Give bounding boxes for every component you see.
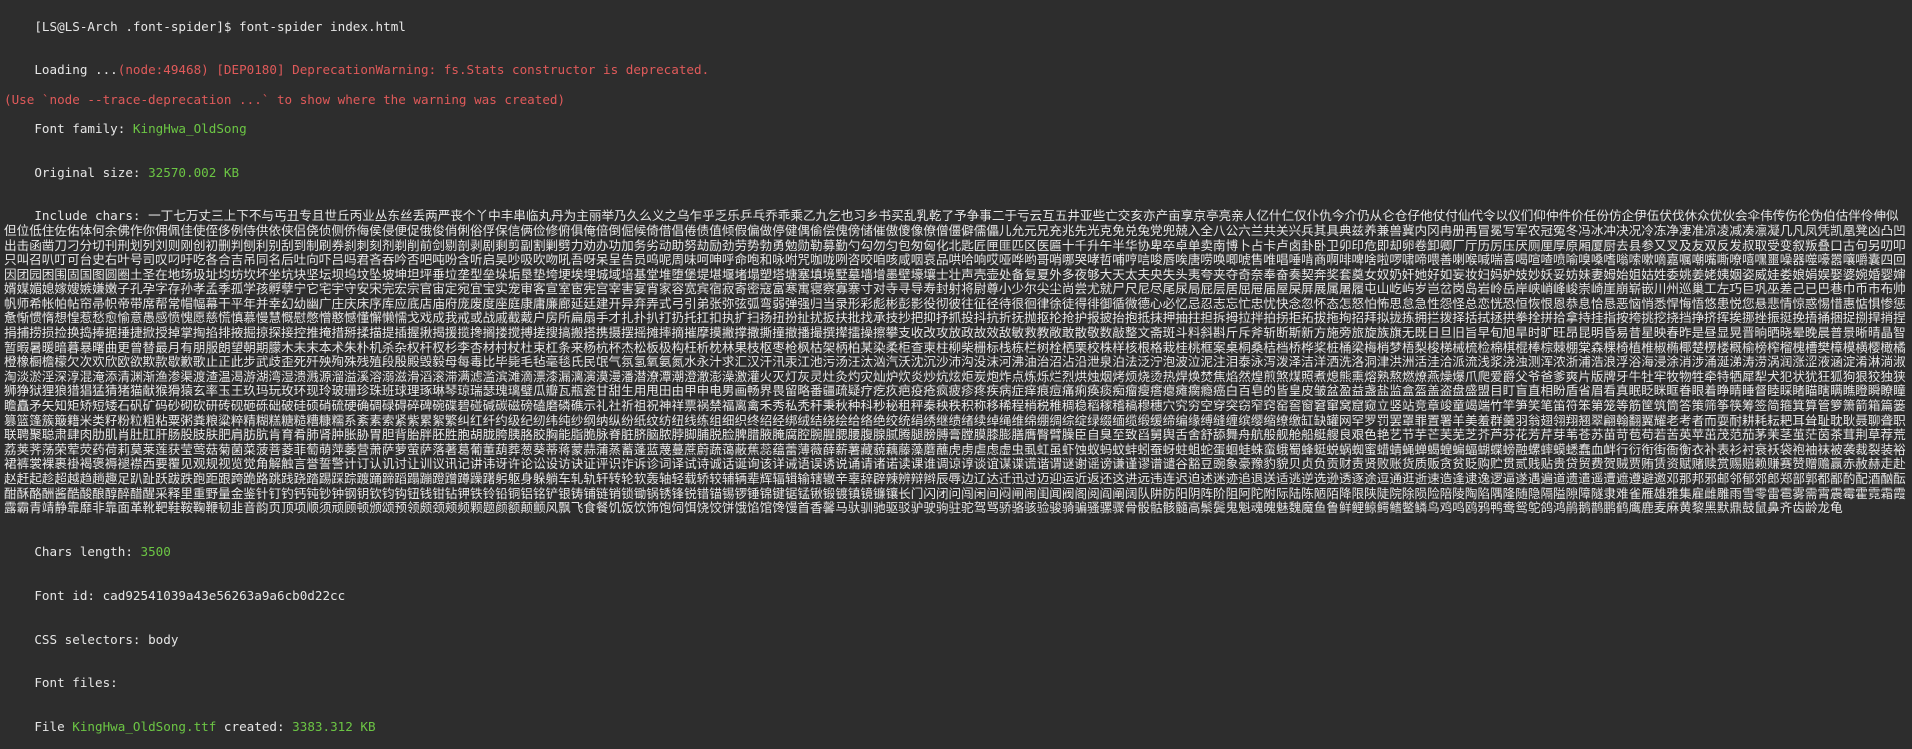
original-size-label: Original size: xyxy=(34,165,148,180)
original-size-value: 32570.002 KB xyxy=(148,165,239,180)
command-prompt-line: [LS@LS-Arch .font-spider]$ font-spider i… xyxy=(4,5,1908,49)
file-size: 3383.312 KB xyxy=(292,719,375,734)
deprecation-warning: (node:49468) [DEP0180] DeprecationWarnin… xyxy=(118,62,709,77)
font-family-line: Font family: KingHwa_OldSong xyxy=(4,107,1908,151)
file-name: KingHwa_OldSong.ttf xyxy=(72,719,216,734)
font-id-line: Font id: cad92541039a43e56263a9a6cb0d22c… xyxy=(4,574,1908,618)
css-selectors-value: body xyxy=(148,632,178,647)
file-created-text: created: xyxy=(216,719,292,734)
file-prefix: File xyxy=(34,719,72,734)
original-size-line: Original size: 32570.002 KB xyxy=(4,151,1908,195)
include-chars-block: Include chars: 一丁七万丈三上下不与丐丑专且世丘丙业丛东丝丢两严丧… xyxy=(4,195,1908,531)
include-chars-label: Include chars: xyxy=(34,208,148,223)
chars-length-value: 3500 xyxy=(141,544,171,559)
font-files-label: Font files: xyxy=(34,675,117,690)
font-id-label: Font id: xyxy=(34,588,102,603)
font-files-line: Font files: xyxy=(4,662,1908,706)
loading-prefix: Loading ... xyxy=(34,62,117,77)
font-family-value: KingHwa_OldSong xyxy=(133,121,247,136)
file-created-line: File KingHwa_OldSong.ttf created: 3383.3… xyxy=(4,706,1908,749)
include-chars-value: 一丁七万丈三上下不与丐丑专且世丘丙业丛东丝丢两严丧个丫中丰串临丸丹为主丽举乃久么… xyxy=(4,208,1906,515)
terminal-window: [LS@LS-Arch .font-spider]$ font-spider i… xyxy=(0,0,1912,612)
css-selectors-line: CSS selectors: body xyxy=(4,618,1908,662)
chars-length-line: Chars length: 3500 xyxy=(4,530,1908,574)
font-family-label: Font family: xyxy=(34,121,133,136)
prompt-command: [LS@LS-Arch .font-spider]$ font-spider i… xyxy=(34,19,406,34)
chars-length-label: Chars length: xyxy=(34,544,140,559)
trace-hint-line: (Use `node --trace-deprecation ...` to s… xyxy=(4,93,1908,108)
css-selectors-label: CSS selectors: xyxy=(34,632,148,647)
loading-line: Loading ...(node:49468) [DEP0180] Deprec… xyxy=(4,49,1908,93)
font-id-value: cad92541039a43e56263a9a6cb0d22cc xyxy=(103,588,346,603)
